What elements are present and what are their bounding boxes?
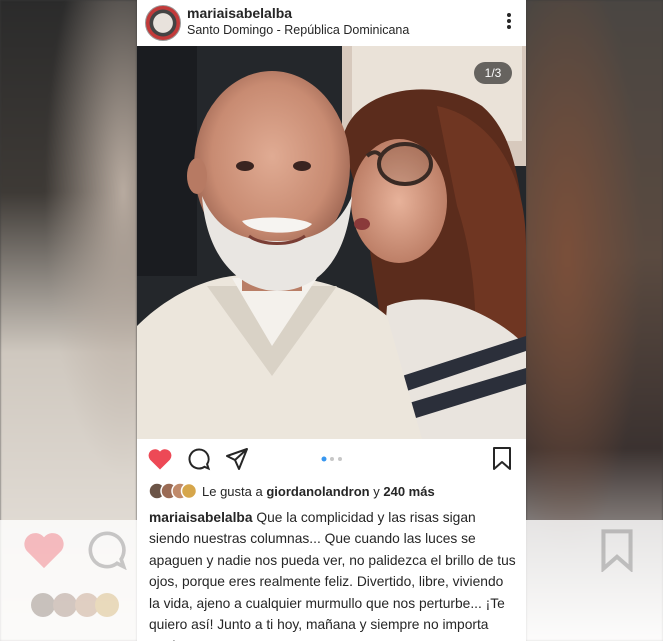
- likes-count[interactable]: 240 más: [383, 484, 434, 499]
- post-caption: mariaisabelalba Que la complicidad y las…: [149, 507, 517, 641]
- likes-row: Le gusta a giordanolandron y 240 más: [149, 481, 519, 503]
- carousel-dot: [330, 457, 334, 461]
- carousel-dots: [321, 456, 342, 462]
- comment-icon[interactable]: [187, 447, 211, 471]
- carousel-dot: [338, 457, 342, 461]
- caption-text: Que la complicidad y las risas sigan sie…: [149, 510, 516, 641]
- photo-illustration: [137, 46, 526, 439]
- blurred-heart-icon: [24, 533, 64, 569]
- likes-text: Le gusta a giordanolandron y 240 más: [202, 484, 435, 499]
- likes-prefix: Le gusta a: [202, 484, 263, 499]
- post-username[interactable]: mariaisabelalba: [187, 5, 292, 21]
- liked-by-user[interactable]: giordanolandron: [266, 484, 369, 499]
- post-location[interactable]: Santo Domingo - República Dominicana: [187, 23, 409, 37]
- likes-joiner: y: [373, 484, 380, 499]
- more-icon[interactable]: [506, 12, 512, 30]
- blurred-comment-icon: [88, 531, 127, 570]
- instagram-post-card: mariaisabelalba Santo Domingo - Repúblic…: [137, 0, 526, 641]
- blurred-bookmark-icon: [601, 529, 633, 572]
- heart-icon[interactable]: [147, 447, 173, 471]
- post-header: mariaisabelalba Santo Domingo - Repúblic…: [137, 0, 526, 46]
- avatar[interactable]: [145, 5, 181, 41]
- action-bar: [137, 439, 526, 479]
- share-icon[interactable]: [225, 447, 249, 471]
- post-photo[interactable]: 1/3: [137, 46, 526, 439]
- blurred-liker-avatars: [31, 593, 119, 617]
- caption-username[interactable]: mariaisabelalba: [149, 510, 253, 525]
- bookmark-icon[interactable]: [492, 446, 512, 472]
- liker-avatars[interactable]: [149, 482, 197, 500]
- photo-counter: 1/3: [474, 62, 512, 84]
- carousel-dot-active: [321, 456, 327, 462]
